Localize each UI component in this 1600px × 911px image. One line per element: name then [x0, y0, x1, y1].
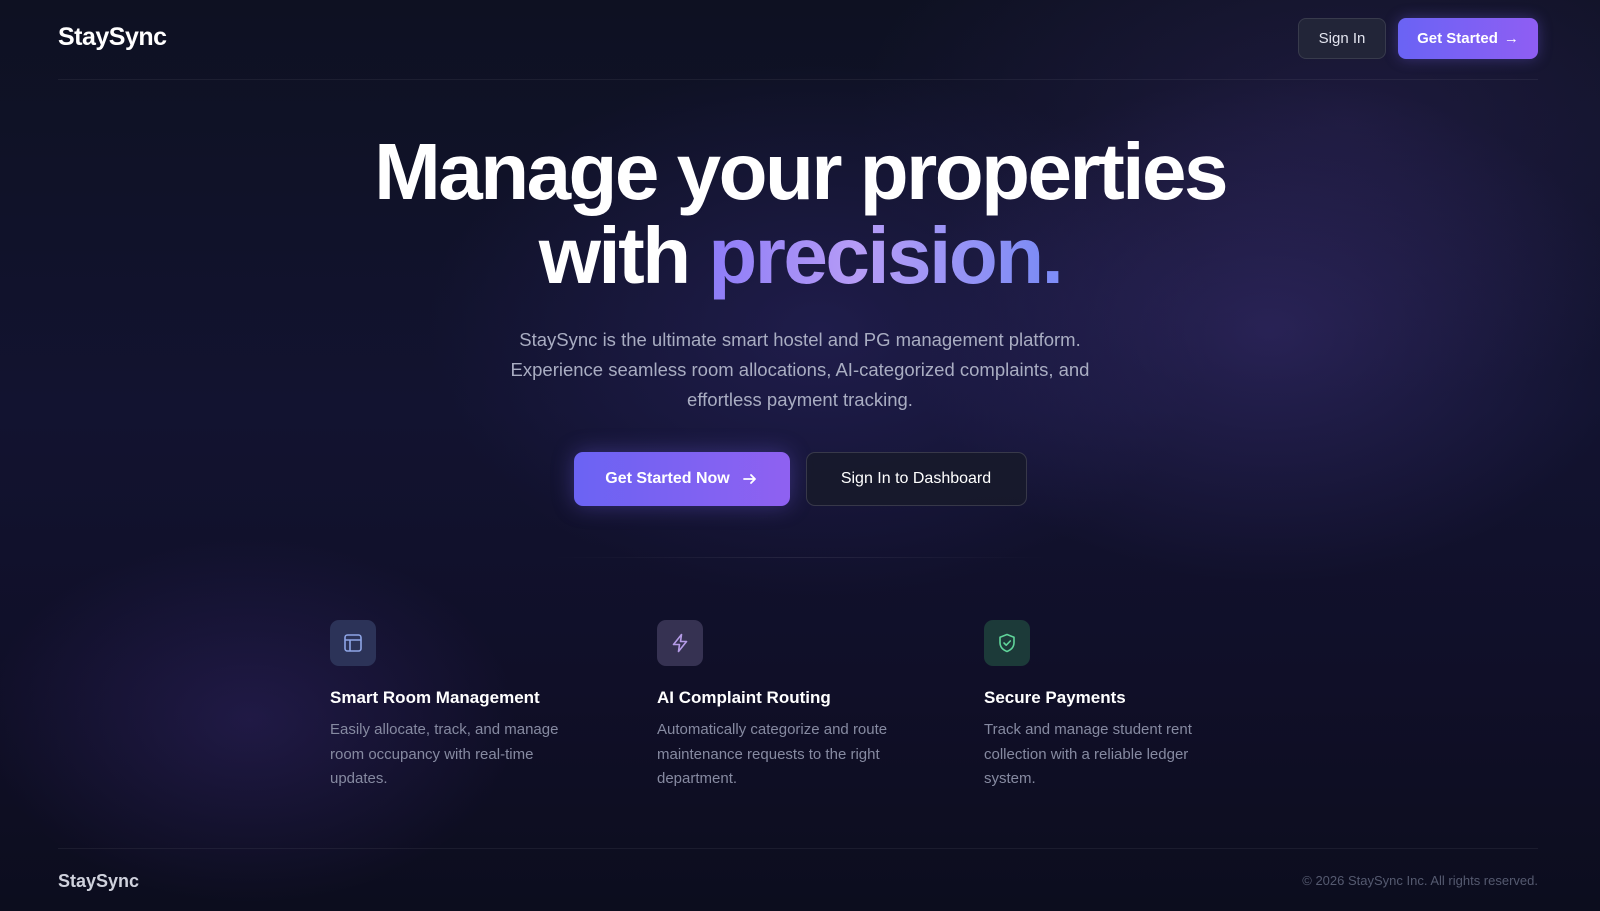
sign-in-dashboard-button[interactable]: Sign In to Dashboard — [805, 452, 1027, 506]
feature-description: Easily allocate, track, and manage room … — [330, 721, 559, 787]
hero-title-line1: Manage your properties — [374, 127, 1228, 216]
bolt-icon — [657, 620, 703, 666]
feature-title: Smart Room Management — [330, 688, 540, 707]
feature-description: Track and manage student rent collection… — [984, 721, 1192, 787]
hero-title-dot: . — [1041, 211, 1064, 300]
arrow-right-icon: → — [1503, 30, 1519, 47]
features-section: Smart Room Management Easily allocate, t… — [330, 620, 1320, 792]
shield-check-icon — [984, 620, 1030, 666]
hero-subtitle: StaySync is the ultimate smart hostel an… — [510, 329, 1090, 410]
hero-title-prefix: with — [538, 211, 691, 300]
arrow-right-icon — [742, 474, 756, 484]
footer-logo[interactable]: StaySync — [58, 871, 139, 892]
cta-row: Get Started Now Sign In to Dashboard — [0, 452, 1600, 506]
sign-in-label: Sign In — [1318, 30, 1366, 47]
brand-logo[interactable]: StaySync — [58, 23, 167, 52]
get-started-label: Get Started — [1417, 30, 1498, 47]
feature-title: Secure Payments — [984, 688, 1126, 707]
feature-title: AI Complaint Routing — [657, 688, 831, 707]
layout-icon — [330, 620, 376, 666]
hero-title-accent: precision — [708, 211, 1044, 300]
copyright-text: © 2026 StaySync Inc. All rights reserved… — [1302, 873, 1538, 888]
feature-description: Automatically categorize and route maint… — [657, 721, 888, 787]
get-started-now-label: Get Started Now — [605, 470, 730, 487]
get-started-now-button[interactable]: Get Started Now — [573, 452, 790, 506]
sign-in-button[interactable]: Sign In — [1298, 18, 1386, 59]
sign-in-dashboard-label: Sign In to Dashboard — [840, 470, 992, 487]
footer-divider — [58, 848, 1538, 849]
top-nav: StaySync Sign In Get Started → — [58, 0, 1538, 80]
feature-card: Secure Payments Track and manage student… — [984, 620, 1311, 792]
feature-card: Smart Room Management Easily allocate, t… — [330, 620, 657, 792]
feature-card: AI Complaint Routing Automatically categ… — [657, 620, 984, 792]
section-divider — [550, 557, 1050, 558]
hero-title: Manage your properties with precision. — [0, 130, 1600, 298]
get-started-button[interactable]: Get Started → — [1398, 18, 1538, 59]
